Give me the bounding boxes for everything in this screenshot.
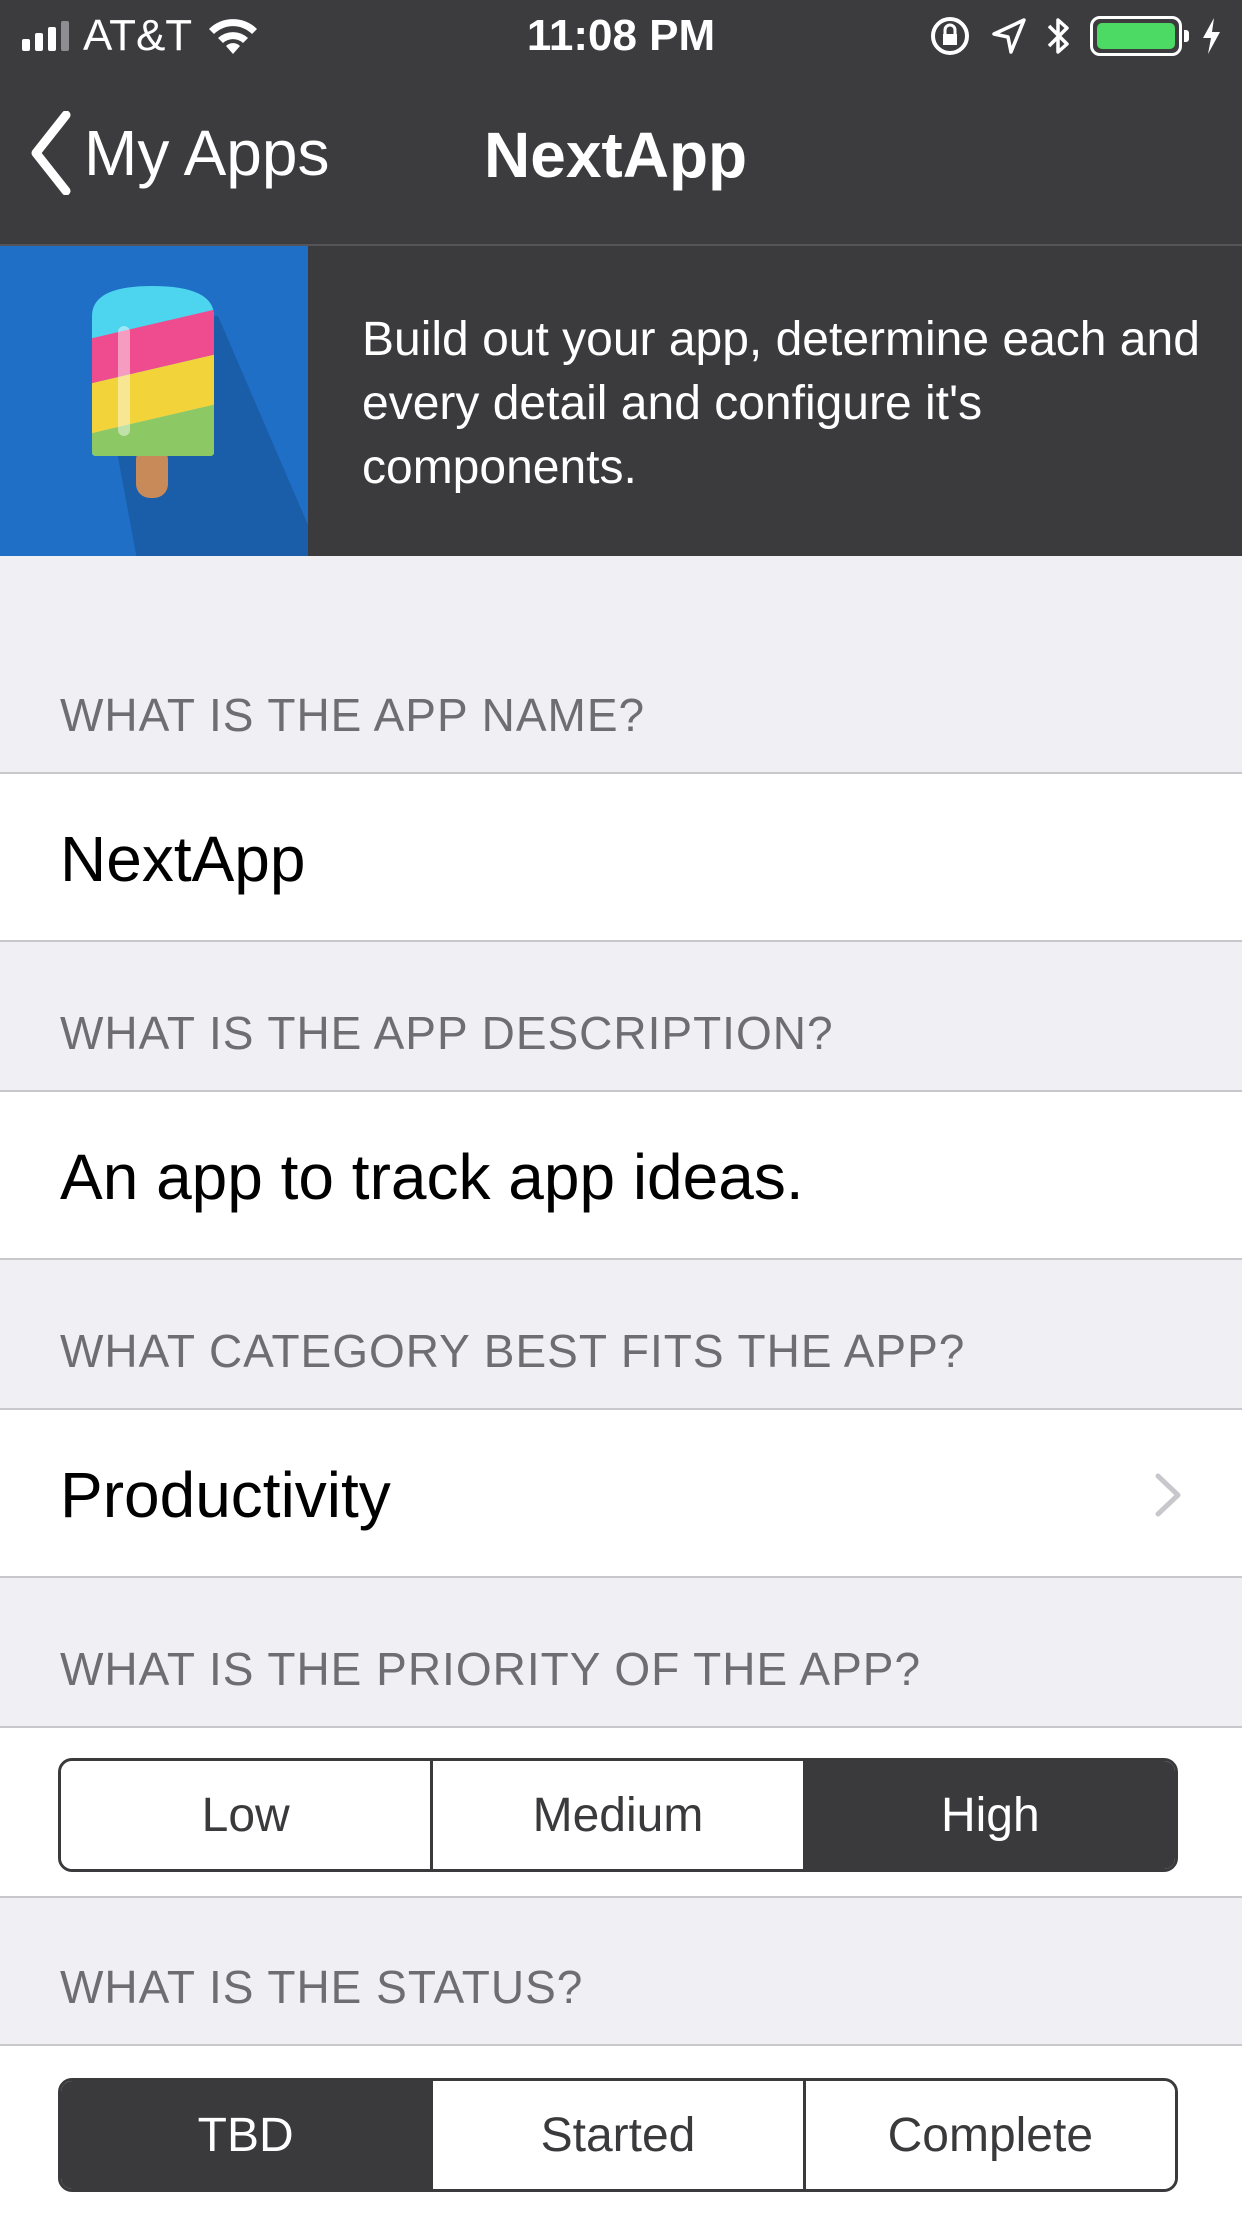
charging-bolt-icon: [1203, 18, 1220, 54]
status-option-complete[interactable]: Complete: [805, 2081, 1175, 2189]
location-arrow-icon: [992, 18, 1026, 54]
back-button[interactable]: My Apps: [28, 108, 329, 198]
popsicle-icon: [0, 246, 308, 556]
chevron-right-icon: [1155, 1473, 1181, 1517]
section-header-app-name: WHAT IS THE APP NAME?: [60, 689, 646, 741]
nav-title: NextApp: [484, 119, 748, 191]
top-bar: AT&T 11:08 PM My Apps NextApp: [0, 0, 1242, 246]
banner-text: Build out your app, determine each and e…: [362, 313, 1200, 494]
orientation-lock-icon: [931, 17, 969, 55]
priority-option-medium[interactable]: Medium: [433, 1761, 806, 1869]
status-option-tbd[interactable]: TBD: [61, 2081, 434, 2189]
status-row: TBD Started Complete: [0, 2044, 1242, 2216]
battery-icon: [1090, 16, 1189, 56]
status-option-started[interactable]: Started: [433, 2081, 806, 2189]
app-description-field[interactable]: An app to track app ideas.: [0, 1090, 1242, 1260]
navigation-bar: My Apps NextApp: [0, 72, 1242, 245]
app-description-value: An app to track app ideas.: [60, 1141, 804, 1213]
info-banner: Build out your app, determine each and e…: [0, 246, 1242, 556]
section-header-category: WHAT CATEGORY BEST FITS THE APP?: [60, 1325, 966, 1377]
category-row[interactable]: Productivity: [0, 1408, 1242, 1578]
section-header-priority: WHAT IS THE PRIORITY OF THE APP?: [60, 1643, 922, 1695]
chevron-left-icon: [31, 111, 71, 195]
status-bar: AT&T 11:08 PM: [0, 0, 1242, 72]
section-header-description: WHAT IS THE APP DESCRIPTION?: [60, 1007, 834, 1059]
status-right: [928, 12, 1222, 60]
category-value: Productivity: [60, 1459, 391, 1531]
status-segmented-control: TBD Started Complete: [58, 2078, 1178, 2192]
priority-option-low[interactable]: Low: [61, 1761, 434, 1869]
priority-option-high[interactable]: High: [805, 1761, 1175, 1869]
battery-fill: [1097, 23, 1175, 49]
app-name-field[interactable]: NextApp: [0, 772, 1242, 942]
app-name-value: NextApp: [60, 823, 306, 895]
section-header-status: WHAT IS THE STATUS?: [60, 1961, 584, 2013]
bluetooth-icon: [1047, 18, 1069, 54]
priority-row: Low Medium High: [0, 1726, 1242, 1898]
back-button-label: My Apps: [84, 117, 330, 189]
priority-segmented-control: Low Medium High: [58, 1758, 1178, 1872]
